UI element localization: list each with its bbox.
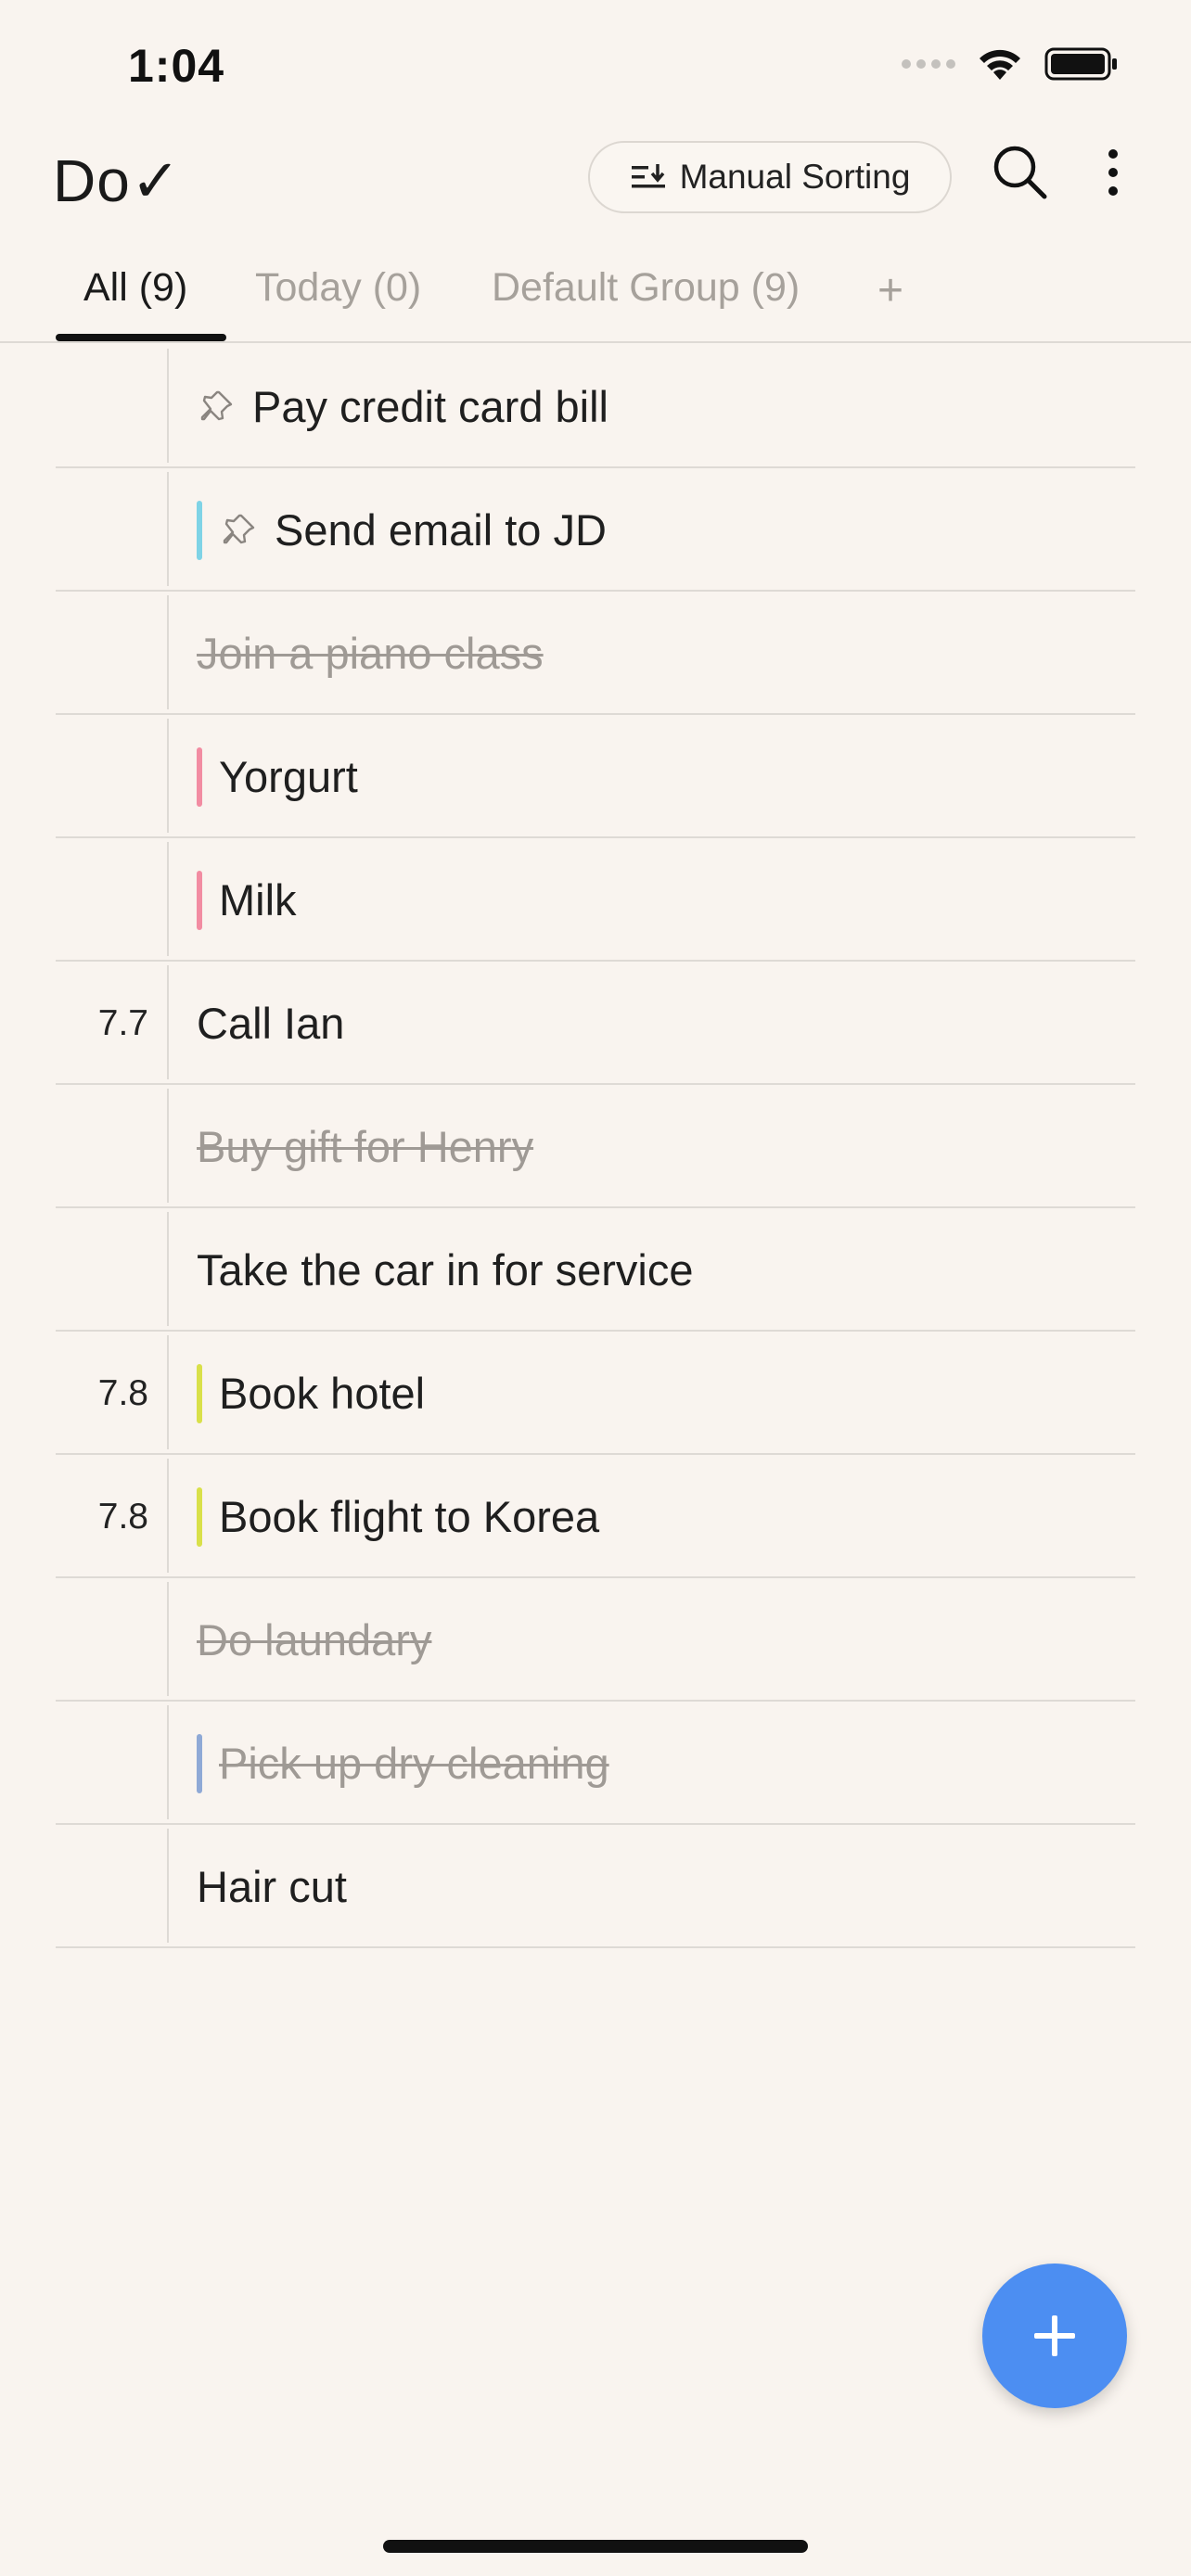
color-tag bbox=[197, 870, 202, 930]
list-item[interactable]: Take the car in for service bbox=[0, 1208, 1191, 1332]
task-title: Book flight to Korea bbox=[219, 1492, 600, 1541]
task-score: 7.8 bbox=[97, 1373, 148, 1413]
task-score bbox=[56, 1208, 148, 1332]
search-icon[interactable] bbox=[991, 143, 1050, 202]
list-item[interactable]: 7.7 Call Ian bbox=[0, 962, 1191, 1085]
task-title: Pick up dry cleaning bbox=[219, 1739, 609, 1788]
tab-bar: All (9) Today (0) Default Group (9) + bbox=[0, 250, 1191, 343]
task-score bbox=[56, 715, 148, 838]
color-tag bbox=[197, 746, 202, 807]
list-item[interactable]: Send email to JD bbox=[0, 468, 1191, 592]
task-score bbox=[56, 1825, 148, 1948]
task-score bbox=[56, 1578, 148, 1702]
list-item[interactable]: 7.8 Book hotel bbox=[0, 1332, 1191, 1455]
task-title: Book hotel bbox=[219, 1369, 426, 1418]
task-score bbox=[56, 838, 148, 962]
task-title: Hair cut bbox=[197, 1862, 347, 1911]
active-tab-indicator bbox=[56, 334, 226, 341]
battery-icon bbox=[1044, 47, 1117, 81]
app-header: Do✓ Manual Sorting bbox=[0, 130, 1191, 250]
list-item[interactable]: Join a piano class bbox=[0, 592, 1191, 715]
color-tag bbox=[197, 1733, 202, 1793]
list-item[interactable]: Hair cut bbox=[0, 1825, 1191, 1948]
list-item[interactable]: Do laundary bbox=[0, 1578, 1191, 1702]
list-item[interactable]: Pay credit card bill bbox=[0, 345, 1191, 468]
list-item[interactable]: Milk bbox=[0, 838, 1191, 962]
add-task-button[interactable] bbox=[982, 2264, 1127, 2408]
list-item[interactable]: Pick up dry cleaning bbox=[0, 1702, 1191, 1825]
task-score bbox=[56, 592, 148, 715]
task-title: Take the car in for service bbox=[197, 1245, 694, 1294]
app-title: Do✓ bbox=[53, 147, 182, 214]
pin-icon bbox=[200, 390, 233, 420]
color-tag bbox=[197, 1486, 202, 1547]
task-title: Call Ian bbox=[197, 999, 345, 1048]
home-indicator bbox=[383, 2540, 808, 2553]
status-icons bbox=[902, 46, 1119, 82]
task-score: 7.7 bbox=[97, 1003, 148, 1043]
task-title: Send email to JD bbox=[275, 505, 607, 555]
add-tab-button[interactable]: + bbox=[877, 265, 903, 316]
task-title: Pay credit card bill bbox=[252, 382, 608, 431]
status-bar: 1:04 bbox=[0, 0, 1191, 130]
tab-all[interactable]: All (9) bbox=[83, 265, 187, 311]
task-title: Do laundary bbox=[197, 1615, 432, 1664]
color-tag bbox=[197, 500, 202, 560]
sort-button[interactable]: Manual Sorting bbox=[588, 141, 952, 213]
task-title: Join a piano class bbox=[197, 629, 544, 678]
sort-icon bbox=[631, 164, 665, 188]
task-score bbox=[56, 1085, 148, 1208]
task-title: Milk bbox=[219, 875, 297, 925]
tab-default-group[interactable]: Default Group (9) bbox=[492, 265, 800, 311]
task-score bbox=[56, 345, 148, 468]
list-item[interactable]: Buy gift for Henry bbox=[0, 1085, 1191, 1208]
task-list: Pay credit card bill Send email to JD Jo… bbox=[0, 345, 1191, 1948]
task-title: Yorgurt bbox=[219, 752, 358, 801]
sort-label: Manual Sorting bbox=[679, 158, 911, 196]
pin-icon bbox=[223, 514, 255, 543]
signal-icon bbox=[902, 59, 955, 69]
list-item[interactable]: Yorgurt bbox=[0, 715, 1191, 838]
more-options-icon[interactable] bbox=[1095, 143, 1132, 202]
list-item[interactable]: 7.8 Book flight to Korea bbox=[0, 1455, 1191, 1578]
tab-today[interactable]: Today (0) bbox=[255, 265, 421, 311]
status-time: 1:04 bbox=[128, 40, 225, 92]
task-score: 7.8 bbox=[97, 1497, 148, 1537]
task-score bbox=[56, 468, 148, 592]
color-tag bbox=[197, 1363, 202, 1423]
plus-icon bbox=[1034, 2315, 1075, 2356]
wifi-icon bbox=[980, 49, 1020, 80]
task-score bbox=[56, 1702, 148, 1825]
task-title: Buy gift for Henry bbox=[197, 1122, 534, 1171]
